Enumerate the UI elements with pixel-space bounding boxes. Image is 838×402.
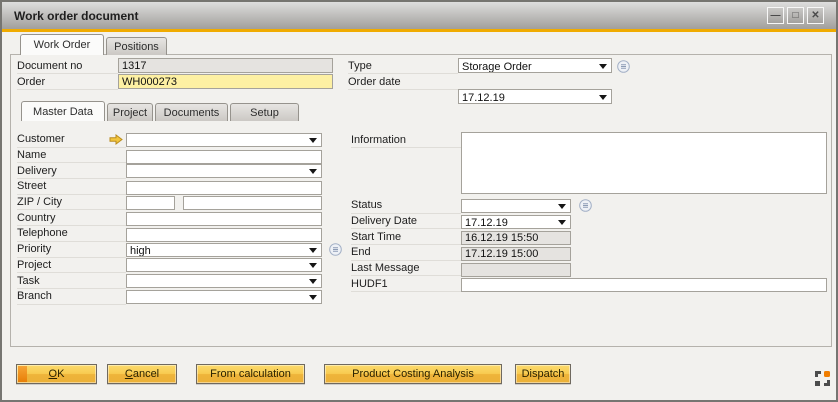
telephone-label: Telephone: [17, 226, 126, 242]
type-valid-values-icon[interactable]: [617, 60, 630, 73]
chevron-down-icon: [309, 169, 317, 174]
hudf1-label: HUDF1: [351, 276, 461, 292]
customer-dropdown[interactable]: [126, 133, 322, 147]
chevron-down-icon: [558, 204, 566, 209]
delivery-label: Delivery: [17, 163, 126, 179]
chevron-down-icon: [309, 138, 317, 143]
information-textarea[interactable]: [461, 132, 827, 194]
project-label: Project: [17, 258, 126, 274]
master-data-left-column: Customer Name Delivery Stree: [17, 132, 322, 305]
window-controls: — □ ✕: [767, 7, 824, 24]
name-label: Name: [17, 148, 126, 164]
tab-project-label: Project: [113, 107, 147, 119]
master-data-right-column: Status Delivery Date 17.12.19 Start Tim: [351, 198, 833, 292]
status-valid-values-icon[interactable]: [579, 199, 592, 212]
minimize-icon: —: [771, 11, 781, 21]
detail-tabs: Master Data Project Documents Setup: [21, 101, 299, 121]
accent-bar: [2, 29, 836, 32]
addon-corner-icon[interactable]: [814, 370, 831, 387]
maximize-icon: □: [792, 11, 798, 21]
task-label: Task: [17, 273, 126, 289]
hudf1-field[interactable]: [461, 278, 827, 292]
type-value: Storage Order: [462, 61, 532, 73]
dispatch-button-label: Dispatch: [522, 368, 565, 380]
chevron-down-icon: [309, 279, 317, 284]
priority-valid-values-icon[interactable]: [329, 243, 342, 256]
status-dropdown[interactable]: [461, 199, 571, 213]
tab-setup-label: Setup: [250, 107, 279, 119]
maximize-button[interactable]: □: [787, 7, 804, 24]
chevron-down-icon: [599, 64, 607, 69]
project-dropdown[interactable]: [126, 258, 322, 272]
order-date-dropdown[interactable]: 17.12.19: [458, 89, 612, 104]
close-button[interactable]: ✕: [807, 7, 824, 24]
from-calculation-button-label: From calculation: [210, 368, 291, 380]
cancel-button[interactable]: Cancel: [107, 364, 177, 384]
tab-documents[interactable]: Documents: [155, 103, 228, 121]
priority-label: Priority: [17, 242, 126, 258]
telephone-field[interactable]: [126, 228, 322, 242]
tab-work-order-label: Work Order: [34, 39, 91, 51]
cancel-button-label: Cancel: [125, 368, 159, 380]
branch-label: Branch: [17, 289, 126, 305]
zip-field[interactable]: [126, 196, 175, 210]
order-label: Order: [17, 75, 118, 90]
tab-positions-label: Positions: [114, 41, 159, 53]
minimize-button[interactable]: —: [767, 7, 784, 24]
chevron-down-icon: [309, 248, 317, 253]
tab-documents-label: Documents: [164, 107, 220, 119]
title-bar[interactable]: Work order document: [2, 2, 836, 29]
delivery-date-label: Delivery Date: [351, 214, 461, 230]
type-label: Type: [348, 59, 458, 74]
information-label: Information: [351, 132, 461, 148]
country-label: Country: [17, 210, 126, 226]
product-costing-analysis-button[interactable]: Product Costing Analysis: [324, 364, 502, 384]
street-field[interactable]: [126, 181, 322, 195]
tab-master-data-label: Master Data: [33, 106, 93, 118]
document-tabs: Work Order Positions: [20, 34, 167, 55]
ok-button-label: OK: [49, 368, 65, 380]
dispatch-button[interactable]: Dispatch: [515, 364, 571, 384]
window-title: Work order document: [14, 9, 138, 23]
from-calculation-button[interactable]: From calculation: [196, 364, 305, 384]
delivery-dropdown[interactable]: [126, 164, 322, 178]
city-field[interactable]: [183, 196, 322, 210]
branch-dropdown[interactable]: [126, 290, 322, 304]
customer-label-text: Customer: [17, 133, 65, 145]
order-field[interactable]: [118, 74, 333, 89]
last-message-label: Last Message: [351, 261, 461, 277]
order-date-value: 17.12.19: [462, 92, 505, 104]
chevron-down-icon: [599, 95, 607, 100]
document-no-label: Document no: [17, 59, 118, 74]
delivery-date-dropdown[interactable]: 17.12.19: [461, 215, 571, 229]
chevron-down-icon: [558, 220, 566, 225]
priority-dropdown[interactable]: high: [126, 243, 322, 257]
ok-button[interactable]: OK: [16, 364, 97, 384]
zip-city-label: ZIP / City: [17, 195, 126, 211]
priority-value: high: [130, 245, 151, 257]
tab-positions[interactable]: Positions: [106, 37, 167, 55]
order-date-label: Order date: [348, 75, 458, 90]
tab-project[interactable]: Project: [107, 103, 153, 121]
chevron-down-icon: [309, 263, 317, 268]
name-field[interactable]: [126, 150, 322, 164]
task-dropdown[interactable]: [126, 274, 322, 288]
product-costing-analysis-button-label: Product Costing Analysis: [352, 368, 474, 380]
delivery-date-value: 17.12.19: [465, 217, 508, 229]
link-arrow-icon[interactable]: [109, 134, 123, 145]
chevron-down-icon: [309, 295, 317, 300]
close-icon: ✕: [811, 11, 819, 21]
work-order-panel: Document no Type Storage Order Order Ord…: [10, 54, 832, 347]
customer-label: Customer: [17, 132, 126, 148]
street-label: Street: [17, 179, 126, 195]
tab-work-order[interactable]: Work Order: [20, 34, 104, 55]
type-dropdown[interactable]: Storage Order: [458, 58, 612, 73]
work-order-document-window: Work order document — □ ✕ Work Order Pos…: [0, 0, 838, 402]
start-time-label: Start Time: [351, 229, 461, 245]
tab-setup[interactable]: Setup: [230, 103, 299, 121]
document-no-field[interactable]: [118, 58, 333, 73]
tab-master-data[interactable]: Master Data: [21, 101, 105, 121]
end-label: End: [351, 245, 461, 261]
status-label: Status: [351, 198, 461, 214]
